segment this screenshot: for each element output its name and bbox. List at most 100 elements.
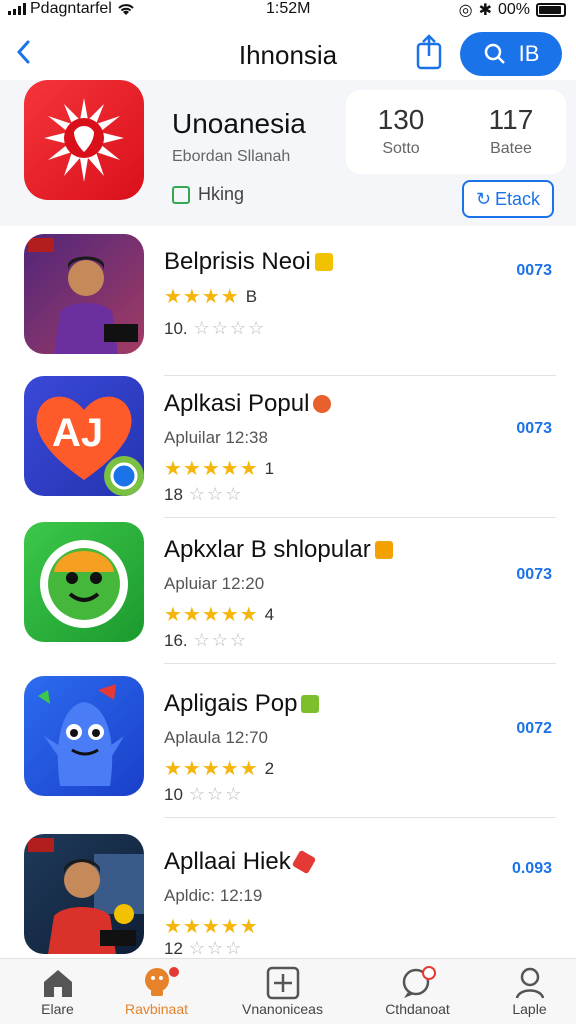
- app-name-text: Apllaai Hiek: [164, 848, 291, 875]
- bluetooth-icon: ✱: [478, 2, 492, 19]
- signal-icon: [8, 3, 26, 15]
- stat-label: Batee: [490, 140, 532, 157]
- battery-icon: [536, 3, 566, 17]
- app-price[interactable]: 0073: [516, 262, 552, 280]
- app-name: Belprisis Neoi: [164, 248, 333, 276]
- list-item[interactable]: Apligais Pop Aplaula 12:70 ★★★★★ 2 10 ☆☆…: [0, 668, 576, 818]
- reviews-row: 18 ☆☆☆: [164, 484, 243, 505]
- app-name: Apkxlar B shlopular: [164, 536, 393, 564]
- search-button[interactable]: IB: [460, 32, 562, 76]
- empty-stars-icon: ☆☆☆: [193, 630, 249, 650]
- stat-value: 130: [377, 104, 425, 135]
- app-icon: [24, 834, 144, 954]
- checkbox-label: Hking: [198, 184, 245, 204]
- reviews-row: 16. ☆☆☆: [164, 630, 248, 651]
- tag-icon: [291, 849, 317, 875]
- home-icon: [43, 970, 72, 997]
- app-icon: [24, 234, 144, 354]
- tag-icon: [301, 695, 320, 713]
- stats-card: 130 Sotto 117 Batee: [346, 90, 566, 174]
- app-price[interactable]: 0073: [516, 566, 552, 584]
- share-icon[interactable]: [414, 34, 444, 70]
- app-name-text: Aplkasi Popul: [164, 390, 310, 417]
- chat-icon: [402, 966, 436, 998]
- tab-label: Ravbinaat: [124, 1001, 189, 1017]
- tab-recommend[interactable]: Ravbinaat: [99, 965, 214, 1017]
- featured-app-checkbox[interactable]: Hking: [172, 184, 244, 205]
- star-rating-icon: ★★★★★: [164, 604, 259, 626]
- rating-row: ★★★★★ 2: [164, 756, 274, 781]
- rating-row: ★★★★★ 1: [164, 456, 274, 481]
- bulb-icon: [144, 968, 169, 996]
- star-rating-icon: ★★★★★: [164, 916, 259, 938]
- rating-value: B: [245, 286, 258, 306]
- empty-stars-icon: ☆☆☆: [188, 784, 244, 804]
- stat-item: 117 Batee: [456, 104, 566, 158]
- divider: [164, 817, 556, 818]
- list-item[interactable]: Belprisis Neoi ★★★★ B 10. ☆☆☆☆ 0073: [0, 226, 576, 376]
- star-rating-icon: ★★★★★: [164, 758, 259, 780]
- list-item[interactable]: Apkxlar B shlopular Apluiar 12:20 ★★★★★ …: [0, 514, 576, 664]
- wifi-icon: [118, 4, 134, 15]
- rating-row: ★★★★★: [164, 914, 265, 939]
- rating-value: 2: [264, 758, 275, 778]
- empty-stars-icon: ☆☆☆: [188, 938, 244, 958]
- tab-label: Vnanoniceas: [242, 1001, 323, 1017]
- rating-value: 1: [264, 458, 275, 478]
- app-header: Ihnonsia IB: [0, 30, 576, 78]
- app-name: Apllaai Hiek: [164, 848, 317, 876]
- tab-home[interactable]: Elare: [0, 965, 115, 1017]
- app-meta: Aplaula 12:70: [164, 728, 268, 747]
- app-name-text: Belprisis Neoi: [164, 248, 311, 275]
- stat-label: Sotto: [382, 140, 420, 157]
- divider: [164, 663, 556, 664]
- review-count: 16.: [164, 630, 188, 650]
- rating-row: ★★★★ B: [164, 284, 257, 309]
- app-icon: [24, 676, 144, 796]
- plus-square-icon: [266, 966, 299, 1000]
- tag-icon: [374, 541, 393, 559]
- notification-badge: [169, 967, 179, 977]
- featured-app-card: Unoanesia Ebordan Sllanah Hking 130 Sott…: [0, 80, 576, 226]
- app-name: Aplkasi Popul: [164, 390, 332, 418]
- review-count: 12: [164, 938, 183, 958]
- tab-profile[interactable]: Laple: [472, 965, 576, 1017]
- app-price[interactable]: 0073: [516, 420, 552, 438]
- carrier-name: Pdagntarfel: [30, 0, 112, 17]
- search-icon: [484, 43, 505, 64]
- app-name-text: Apkxlar B shlopular: [164, 536, 371, 563]
- featured-app-subtitle: Ebordan Sllanah: [172, 148, 291, 165]
- review-count: 10.: [164, 318, 188, 338]
- featured-app-icon[interactable]: [24, 80, 144, 200]
- clock: 1:52M: [266, 0, 311, 17]
- app-price[interactable]: 0.093: [512, 860, 552, 878]
- reviews-row: 10. ☆☆☆☆: [164, 318, 266, 339]
- tab-chat[interactable]: Cthdanoat: [360, 965, 475, 1017]
- refresh-icon: ↻: [475, 188, 492, 209]
- list-item[interactable]: AJ Aplkasi Popul Apluilar 12:38 ★★★★★ 1 …: [0, 368, 576, 518]
- refresh-button[interactable]: ↻ Etack: [462, 180, 554, 218]
- bottom-nav: Elare Ravbinaat Vnanoniceas Cthdanoat La…: [0, 958, 576, 1024]
- app-meta: Apluilar 12:38: [164, 428, 268, 447]
- rating-row: ★★★★★ 4: [164, 602, 274, 627]
- app-name: Apligais Pop: [164, 690, 320, 718]
- tab-add[interactable]: Vnanoniceas: [225, 965, 340, 1017]
- search-label: IB: [518, 41, 540, 66]
- lock-rotation-icon: ◎: [458, 2, 473, 19]
- reviews-row: 10 ☆☆☆: [164, 784, 243, 805]
- svg-text:AJ: AJ: [52, 411, 103, 455]
- star-rating-icon: ★★★★: [164, 286, 240, 308]
- app-meta: Apluiar 12:20: [164, 574, 265, 593]
- app-icon: [24, 522, 144, 642]
- app-icon: AJ: [24, 376, 144, 496]
- checkbox-icon: [172, 185, 190, 204]
- list-item[interactable]: Apllaai Hiek Apldic: 12:19 ★★★★★ 12 ☆☆☆ …: [0, 826, 576, 976]
- app-meta: Apldic: 12:19: [164, 886, 263, 905]
- tag-icon: [313, 395, 332, 413]
- star-rating-icon: ★★★★★: [164, 458, 259, 480]
- review-count: 18: [164, 484, 183, 504]
- tab-label: Cthdanoat: [385, 1001, 450, 1017]
- stat-value: 117: [488, 104, 534, 135]
- app-price[interactable]: 0072: [516, 720, 552, 738]
- empty-stars-icon: ☆☆☆: [188, 484, 244, 504]
